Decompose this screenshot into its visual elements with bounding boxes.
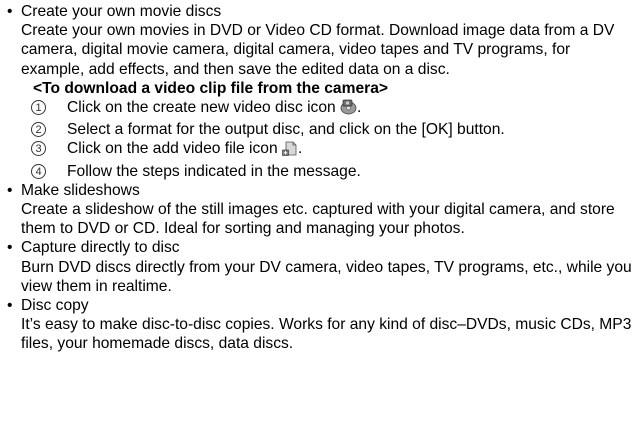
step-suffix: . [357,99,362,117]
document-page: • Create your own movie discs Create you… [0,0,633,433]
add-video-file-icon [282,140,298,161]
step-number: 4 [31,163,46,179]
procedure-step: 4 Follow the steps indicated in the mess… [21,162,633,181]
step-text: Click on the add video file icon [67,140,278,158]
procedure-heading: <To download a video clip file from the … [33,79,388,97]
procedure-step: 2 Select a format for the output disc, a… [21,120,633,139]
feature-item-disc-copy: • Disc copy It’s easy to make disc-to-di… [0,296,633,354]
step-suffix: . [297,140,303,158]
bullet: • [7,239,13,257]
step-number: 3 [31,141,46,157]
feature-description: Create your own movies in DVD or Video C… [21,22,615,78]
feature-title: Make slideshows [21,181,140,199]
feature-item-slideshows: • Make slideshows Create a slideshow of … [0,181,633,239]
step-text: Follow the steps indicated in the messag… [67,162,361,180]
feature-item-capture: • Capture directly to disc Burn DVD disc… [0,238,633,296]
bullet: • [7,3,13,20]
procedure-step: 3 Click on the add video file icon . [21,139,633,161]
feature-item-movie-discs: • Create your own movie discs Create you… [0,2,633,181]
procedure-steps: 1 Click on the create new video disc ico… [21,98,633,181]
feature-description: Create a slideshow of the still images e… [21,201,615,238]
feature-description: It’s easy to make disc-to-disc copies. W… [21,316,632,353]
feature-description: Burn DVD discs directly from your DV cam… [21,258,632,295]
feature-title: Create your own movie discs [21,3,222,20]
step-text: Click on the create new video disc icon [67,99,336,117]
bullet: • [7,297,13,315]
procedure-step: 1 Click on the create new video disc ico… [21,98,633,120]
feature-title: Disc copy [21,297,89,315]
step-text: Select a format for the output disc, and… [67,121,505,139]
create-video-disc-icon [340,99,357,120]
step-number: 2 [31,122,46,138]
bullet: • [7,181,13,199]
feature-title: Capture directly to disc [21,239,180,257]
step-number: 1 [31,100,46,116]
